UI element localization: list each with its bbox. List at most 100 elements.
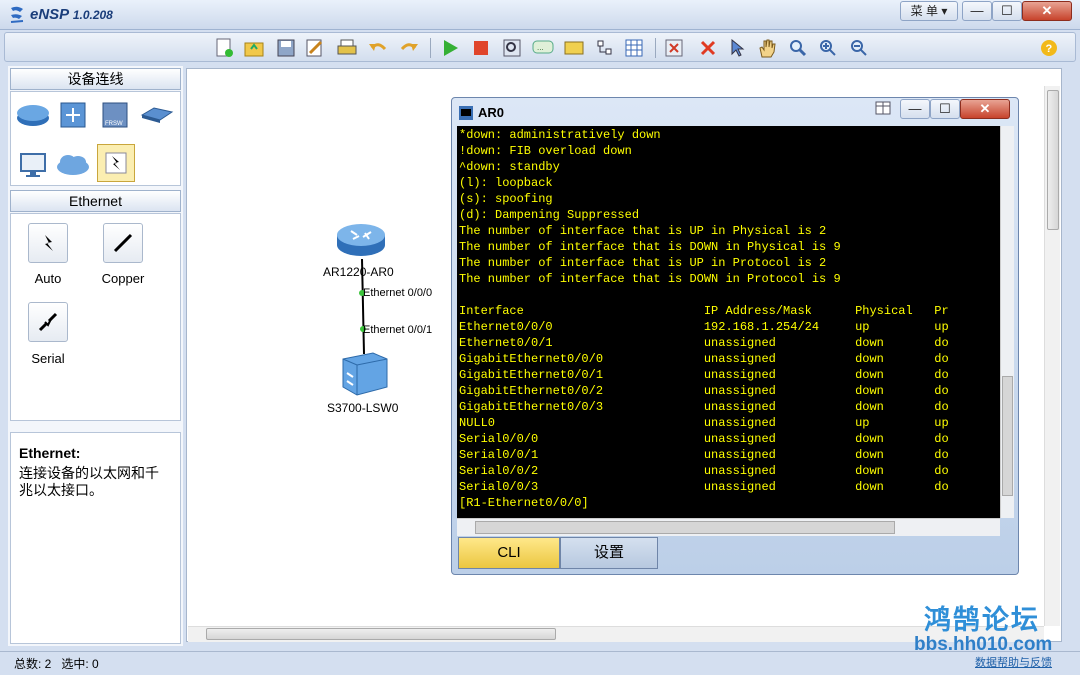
device-panel: 设备连线 FRSW Ethernet Auto Copper Serial Et… bbox=[8, 66, 183, 646]
zoom-in-icon[interactable] bbox=[817, 37, 839, 59]
rectangle-icon[interactable] bbox=[594, 37, 616, 59]
serial-cable-icon[interactable] bbox=[28, 302, 68, 342]
svg-text:FRSW: FRSW bbox=[105, 121, 123, 127]
terminal-line: NULL0 unassigned up up bbox=[459, 416, 949, 430]
restore-layout-icon[interactable] bbox=[874, 100, 894, 118]
switch-category-icon[interactable] bbox=[55, 98, 91, 132]
copper-cable-label: Copper bbox=[101, 271, 145, 286]
terminal-line: GigabitEthernet0/0/1 unassigned down do bbox=[459, 368, 949, 382]
terminal-line: GigabitEthernet0/0/3 unassigned down do bbox=[459, 400, 949, 414]
terminal-line: Interface IP Address/Mask Physical Pr bbox=[459, 304, 949, 318]
terminal-vertical-scrollbar[interactable] bbox=[1000, 126, 1014, 518]
terminal-line: Serial0/0/2 unassigned down do bbox=[459, 464, 949, 478]
ensp-logo-icon bbox=[8, 5, 26, 25]
cli-close-button[interactable]: ✕ bbox=[960, 99, 1010, 119]
firewall-category-icon[interactable]: FRSW bbox=[97, 98, 133, 132]
router-category-icon[interactable] bbox=[15, 98, 51, 132]
terminal-output[interactable]: *down: administratively down !down: FIB o… bbox=[457, 126, 1000, 518]
stop-icon[interactable] bbox=[470, 37, 492, 59]
terminal-line: Ethernet0/0/0 192.168.1.254/24 up up bbox=[459, 320, 949, 334]
terminal-line: The number of interface that is DOWN in … bbox=[459, 240, 841, 254]
cli-maximize-button[interactable]: ☐ bbox=[930, 99, 960, 119]
vertical-scroll-thumb[interactable] bbox=[1047, 90, 1059, 230]
copper-cable-icon[interactable] bbox=[103, 223, 143, 263]
info-box: Ethernet: 连接设备的以太网和千兆以太接口。 bbox=[10, 432, 181, 644]
auto-cable-icon[interactable] bbox=[28, 223, 68, 263]
terminal-line: The number of interface that is DOWN in … bbox=[459, 272, 841, 286]
undo-icon[interactable] bbox=[367, 37, 389, 59]
print-icon[interactable] bbox=[336, 37, 358, 59]
new-topology-icon[interactable] bbox=[213, 37, 235, 59]
info-text: 连接设备的以太网和千兆以太接口。 bbox=[19, 465, 159, 498]
tab-settings[interactable]: 设置 bbox=[560, 537, 658, 569]
note-icon[interactable] bbox=[563, 37, 585, 59]
tab-cli[interactable]: CLI bbox=[458, 537, 560, 569]
terminal-scroll-thumb[interactable] bbox=[1002, 376, 1013, 496]
terminal-line: ^down: standby bbox=[459, 160, 560, 174]
terminal-line: Serial0/0/0 unassigned down do bbox=[459, 432, 949, 446]
pan-icon[interactable] bbox=[756, 37, 778, 59]
terminal-line: The number of interface that is UP in Ph… bbox=[459, 224, 827, 238]
terminal-line: Serial0/0/1 unassigned down do bbox=[459, 448, 949, 462]
wlan-category-icon[interactable] bbox=[139, 98, 175, 132]
connections-category-icon[interactable] bbox=[97, 144, 135, 182]
terminal-horizontal-scrollbar[interactable] bbox=[457, 518, 1000, 536]
router-port-label: Ethernet 0/0/0 bbox=[363, 287, 433, 299]
toolbar-separator bbox=[655, 38, 656, 58]
menu-button[interactable]: 菜 单 ▾ bbox=[900, 1, 958, 21]
cloud-category-icon[interactable] bbox=[55, 148, 91, 182]
terminal-icon[interactable]: ... bbox=[532, 37, 554, 59]
pc-category-icon[interactable] bbox=[15, 148, 51, 182]
delete-all-icon[interactable] bbox=[663, 37, 685, 59]
close-button[interactable]: ✕ bbox=[1022, 1, 1072, 21]
router-label: AR1220-AR0 bbox=[323, 265, 394, 279]
start-icon[interactable] bbox=[439, 37, 461, 59]
select-icon[interactable] bbox=[726, 37, 748, 59]
terminal-line: (d): Dampening Suppressed bbox=[459, 208, 640, 222]
terminal-line: (s): spoofing bbox=[459, 192, 553, 206]
delete-icon[interactable] bbox=[697, 37, 719, 59]
terminal-line: *down: administratively down bbox=[459, 128, 661, 142]
horizontal-scroll-thumb[interactable] bbox=[206, 628, 556, 640]
svg-text:...: ... bbox=[537, 43, 544, 52]
serial-cable-label: Serial bbox=[31, 351, 65, 366]
terminal-line: GigabitEthernet0/0/0 unassigned down do bbox=[459, 352, 949, 366]
switch-node[interactable] bbox=[337, 349, 391, 399]
cli-minimize-button[interactable]: — bbox=[900, 99, 930, 119]
info-title: Ethernet: bbox=[19, 445, 81, 461]
ethernet-header: Ethernet bbox=[10, 190, 181, 212]
toolbar: ... ? bbox=[4, 32, 1076, 62]
terminal-line: (l): loopback bbox=[459, 176, 553, 190]
terminal-line: GigabitEthernet0/0/2 unassigned down do bbox=[459, 384, 949, 398]
terminal-line: [R1-Ethernet0/0/0] bbox=[459, 496, 589, 510]
terminal-line: Serial0/0/3 unassigned down do bbox=[459, 480, 949, 494]
terminal-line: The number of interface that is UP in Pr… bbox=[459, 256, 827, 270]
help-icon[interactable]: ? bbox=[1038, 37, 1060, 59]
zoom-out-icon[interactable] bbox=[848, 37, 870, 59]
terminal-line: Ethernet0/0/1 unassigned down do bbox=[459, 336, 949, 350]
save-icon[interactable] bbox=[275, 37, 297, 59]
router-node[interactable] bbox=[335, 219, 387, 259]
switch-port-label: Ethernet 0/0/1 bbox=[363, 324, 433, 336]
capture-icon[interactable] bbox=[501, 37, 523, 59]
open-icon[interactable] bbox=[243, 37, 265, 59]
watermark-url: bbs.hh010.com bbox=[914, 634, 1053, 655]
watermark-brand: 鸿鹄论坛 bbox=[924, 605, 1040, 635]
app-title: eNSP 1.0.208 bbox=[30, 6, 113, 23]
feedback-link[interactable]: 数据帮助与反馈 bbox=[975, 654, 1052, 670]
zoom-fit-icon[interactable] bbox=[787, 37, 809, 59]
toolbar-separator bbox=[430, 38, 431, 58]
redo-icon[interactable] bbox=[398, 37, 420, 59]
cli-window-title: AR0 bbox=[478, 105, 505, 120]
terminal-hscroll-thumb[interactable] bbox=[475, 521, 895, 534]
save-as-icon[interactable] bbox=[304, 37, 326, 59]
selected-count: 选中: 0 bbox=[61, 657, 99, 671]
canvas-vertical-scrollbar[interactable] bbox=[1044, 86, 1060, 626]
auto-cable-label: Auto bbox=[34, 271, 62, 286]
total-count: 总数: 2 bbox=[14, 657, 52, 671]
maximize-button[interactable]: ☐ bbox=[992, 1, 1022, 21]
minimize-button[interactable]: — bbox=[962, 1, 992, 21]
switch-label: S3700-LSW0 bbox=[327, 401, 399, 415]
devices-header: 设备连线 bbox=[10, 68, 181, 90]
table-icon[interactable] bbox=[623, 37, 645, 59]
